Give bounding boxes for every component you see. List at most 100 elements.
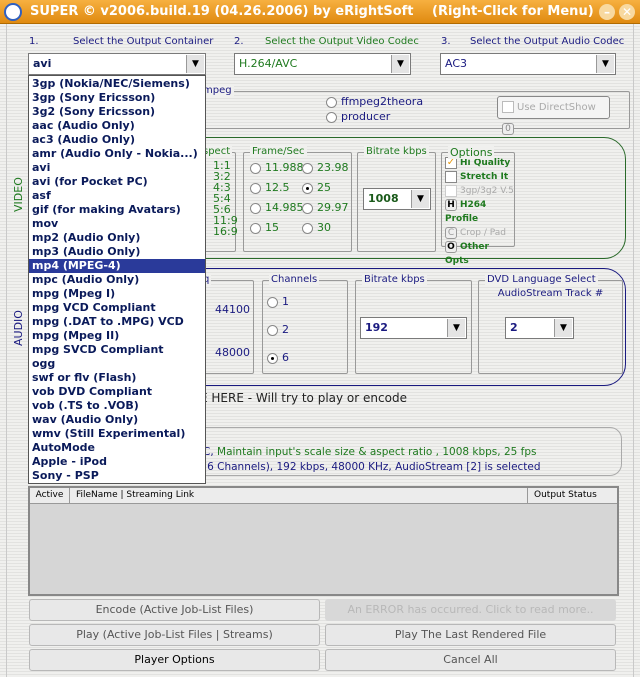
h264-profile-button[interactable]: H H264 Profile (445, 198, 514, 226)
channel-radio[interactable]: 1 (267, 295, 289, 308)
container-select[interactable]: avi ▼ (28, 53, 206, 75)
container-value: avi (33, 57, 52, 70)
container-option[interactable]: vob (.TS to .VOB) (29, 399, 205, 413)
step3-number: 3. (441, 36, 451, 47)
container-option[interactable]: Apple - iPod (29, 455, 205, 469)
video-codec-select[interactable]: H.264/AVC ▼ (234, 53, 411, 75)
channel-radio[interactable]: 2 (267, 323, 289, 336)
v5-checkbox[interactable]: 3gp/3g2 V.5 (445, 184, 514, 198)
audio-bitrate-select[interactable]: 192 ▼ (360, 317, 467, 339)
radio-icon[interactable] (250, 202, 261, 214)
title-bar: SUPER © v2006.build.19 (04.26.2006) by e… (0, 0, 640, 24)
options-group: Options ✓ Hi Quality Stretch It 3gp/3g2 V… (441, 146, 515, 266)
column-filename[interactable]: FileName | Streaming Link (76, 488, 194, 503)
player-options-button[interactable]: Player Options (29, 649, 320, 671)
radio-icon[interactable] (267, 324, 278, 336)
play-button[interactable]: Play (Active Job-List Files | Streams) (29, 624, 320, 646)
use-directshow-checkbox[interactable]: Use DirectShow 0 (497, 96, 610, 135)
column-output-status[interactable]: Output Status (527, 488, 617, 503)
encode-button[interactable]: Encode (Active Job-List Files) (29, 599, 320, 621)
fps-radio[interactable]: 14.985 (250, 201, 304, 214)
radio-icon[interactable] (250, 162, 261, 174)
track-label: AudioStream Track # (497, 288, 604, 299)
container-option[interactable]: 3gp (Sony Ericsson) (29, 91, 205, 105)
step3-label: Select the Output Audio Codec (470, 36, 625, 47)
container-option[interactable]: ogg (29, 357, 205, 371)
aspect-option[interactable]: 16:9 (213, 226, 238, 237)
video-codec-value: H.264/AVC (239, 57, 298, 70)
container-option[interactable]: aac (Audio Only) (29, 119, 205, 133)
stretch-checkbox[interactable]: Stretch It (445, 170, 514, 184)
container-option[interactable]: 3g2 (Sony Ericsson) (29, 105, 205, 119)
fps-label: Frame/Sec (250, 146, 307, 157)
container-option[interactable]: asf (29, 189, 205, 203)
job-list[interactable]: Active FileName | Streaming Link Output … (28, 486, 619, 596)
window-title: SUPER © v2006.build.19 (04.26.2006) by e… (30, 4, 414, 19)
radio-icon[interactable] (267, 296, 278, 308)
container-option[interactable]: mp3 (Audio Only) (29, 245, 205, 259)
radio-ffmpeg2theora[interactable]: ffmpeg2theora (326, 95, 423, 108)
radio-producer[interactable]: producer (326, 110, 390, 123)
radio-icon[interactable] (250, 182, 261, 194)
video-bitrate-select[interactable]: 1008 ▼ (363, 188, 431, 210)
container-option[interactable]: mp4 (MPEG-4) (29, 259, 205, 273)
radio-icon[interactable] (302, 162, 313, 174)
audio-track-select[interactable]: 2 ▼ (505, 317, 574, 339)
radio-icon[interactable] (302, 202, 313, 214)
chevron-down-icon: ▼ (411, 190, 429, 208)
chevron-down-icon[interactable]: ▼ (391, 55, 409, 73)
fps-radio[interactable]: 23.98 (302, 161, 354, 174)
container-option[interactable]: mpg (Mpeg II) (29, 329, 205, 343)
column-active[interactable]: Active (30, 488, 70, 503)
container-option[interactable]: Sony - PSP (29, 469, 205, 483)
radio-icon[interactable] (267, 352, 278, 364)
fps-radio[interactable]: 11.988 (250, 161, 304, 174)
minimize-icon[interactable]: – (599, 4, 615, 20)
container-option[interactable]: ac3 (Audio Only) (29, 133, 205, 147)
container-option[interactable]: mpg (.DAT to .MPG) VCD (29, 315, 205, 329)
radio-icon[interactable] (302, 182, 313, 194)
fps-radio[interactable]: 15 (250, 221, 302, 234)
close-icon[interactable]: ✕ (619, 4, 635, 20)
container-option[interactable]: mpc (Audio Only) (29, 273, 205, 287)
channel-radio[interactable]: 6 (267, 351, 289, 364)
radio-48000[interactable]: 48000 (215, 346, 250, 359)
audio-codec-select[interactable]: AC3 ▼ (440, 53, 616, 75)
chevron-down-icon[interactable]: ▼ (596, 55, 614, 73)
container-option[interactable]: wmv (Still Experimental) (29, 427, 205, 441)
container-option[interactable]: amr (Audio Only - Nokia...) (29, 147, 205, 161)
error-button[interactable]: An ERROR has occurred. Click to read mor… (325, 599, 616, 621)
container-option[interactable]: mov (29, 217, 205, 231)
container-option[interactable]: mpg VCD Compliant (29, 301, 205, 315)
chevron-down-icon[interactable]: ▼ (186, 55, 204, 73)
container-option[interactable]: 3gp (Nokia/NEC/Siemens) (29, 77, 205, 91)
fps-radio[interactable]: 30 (302, 221, 354, 234)
radio-icon[interactable] (302, 222, 313, 234)
fps-radio[interactable]: 25 (302, 181, 354, 194)
container-dropdown-list[interactable]: 3gp (Nokia/NEC/Siemens) 3gp (Sony Ericsso… (28, 75, 206, 484)
container-option[interactable]: AutoMode (29, 441, 205, 455)
fps-radio[interactable]: 29.97 (302, 201, 354, 214)
audio-section-label: AUDIO (12, 310, 25, 346)
chevron-down-icon: ▼ (554, 319, 572, 337)
play-last-button[interactable]: Play The Last Rendered File (325, 624, 616, 646)
video-section-label: VIDEO (12, 177, 25, 212)
container-option[interactable]: wav (Audio Only) (29, 413, 205, 427)
crop-pad-button[interactable]: C Crop / Pad (445, 226, 514, 240)
container-option[interactable]: avi (29, 161, 205, 175)
radio-icon[interactable] (250, 222, 261, 234)
step1-label: Select the Output Container (73, 36, 214, 47)
other-opts-button[interactable]: O Other Opts (445, 240, 514, 268)
cancel-all-button[interactable]: Cancel All (325, 649, 616, 671)
radio-44100[interactable]: 44100 (215, 303, 250, 316)
container-option[interactable]: mp2 (Audio Only) (29, 231, 205, 245)
container-option[interactable]: swf or flv (Flash) (29, 371, 205, 385)
container-option[interactable]: mpg (Mpeg I) (29, 287, 205, 301)
step2-number: 2. (234, 36, 244, 47)
container-option[interactable]: avi (for Pocket PC) (29, 175, 205, 189)
container-option[interactable]: vob DVD Compliant (29, 385, 205, 399)
app-logo-icon (4, 3, 22, 21)
container-option[interactable]: gif (for making Avatars) (29, 203, 205, 217)
fps-radio[interactable]: 12.5 (250, 181, 302, 194)
container-option[interactable]: mpg SVCD Compliant (29, 343, 205, 357)
